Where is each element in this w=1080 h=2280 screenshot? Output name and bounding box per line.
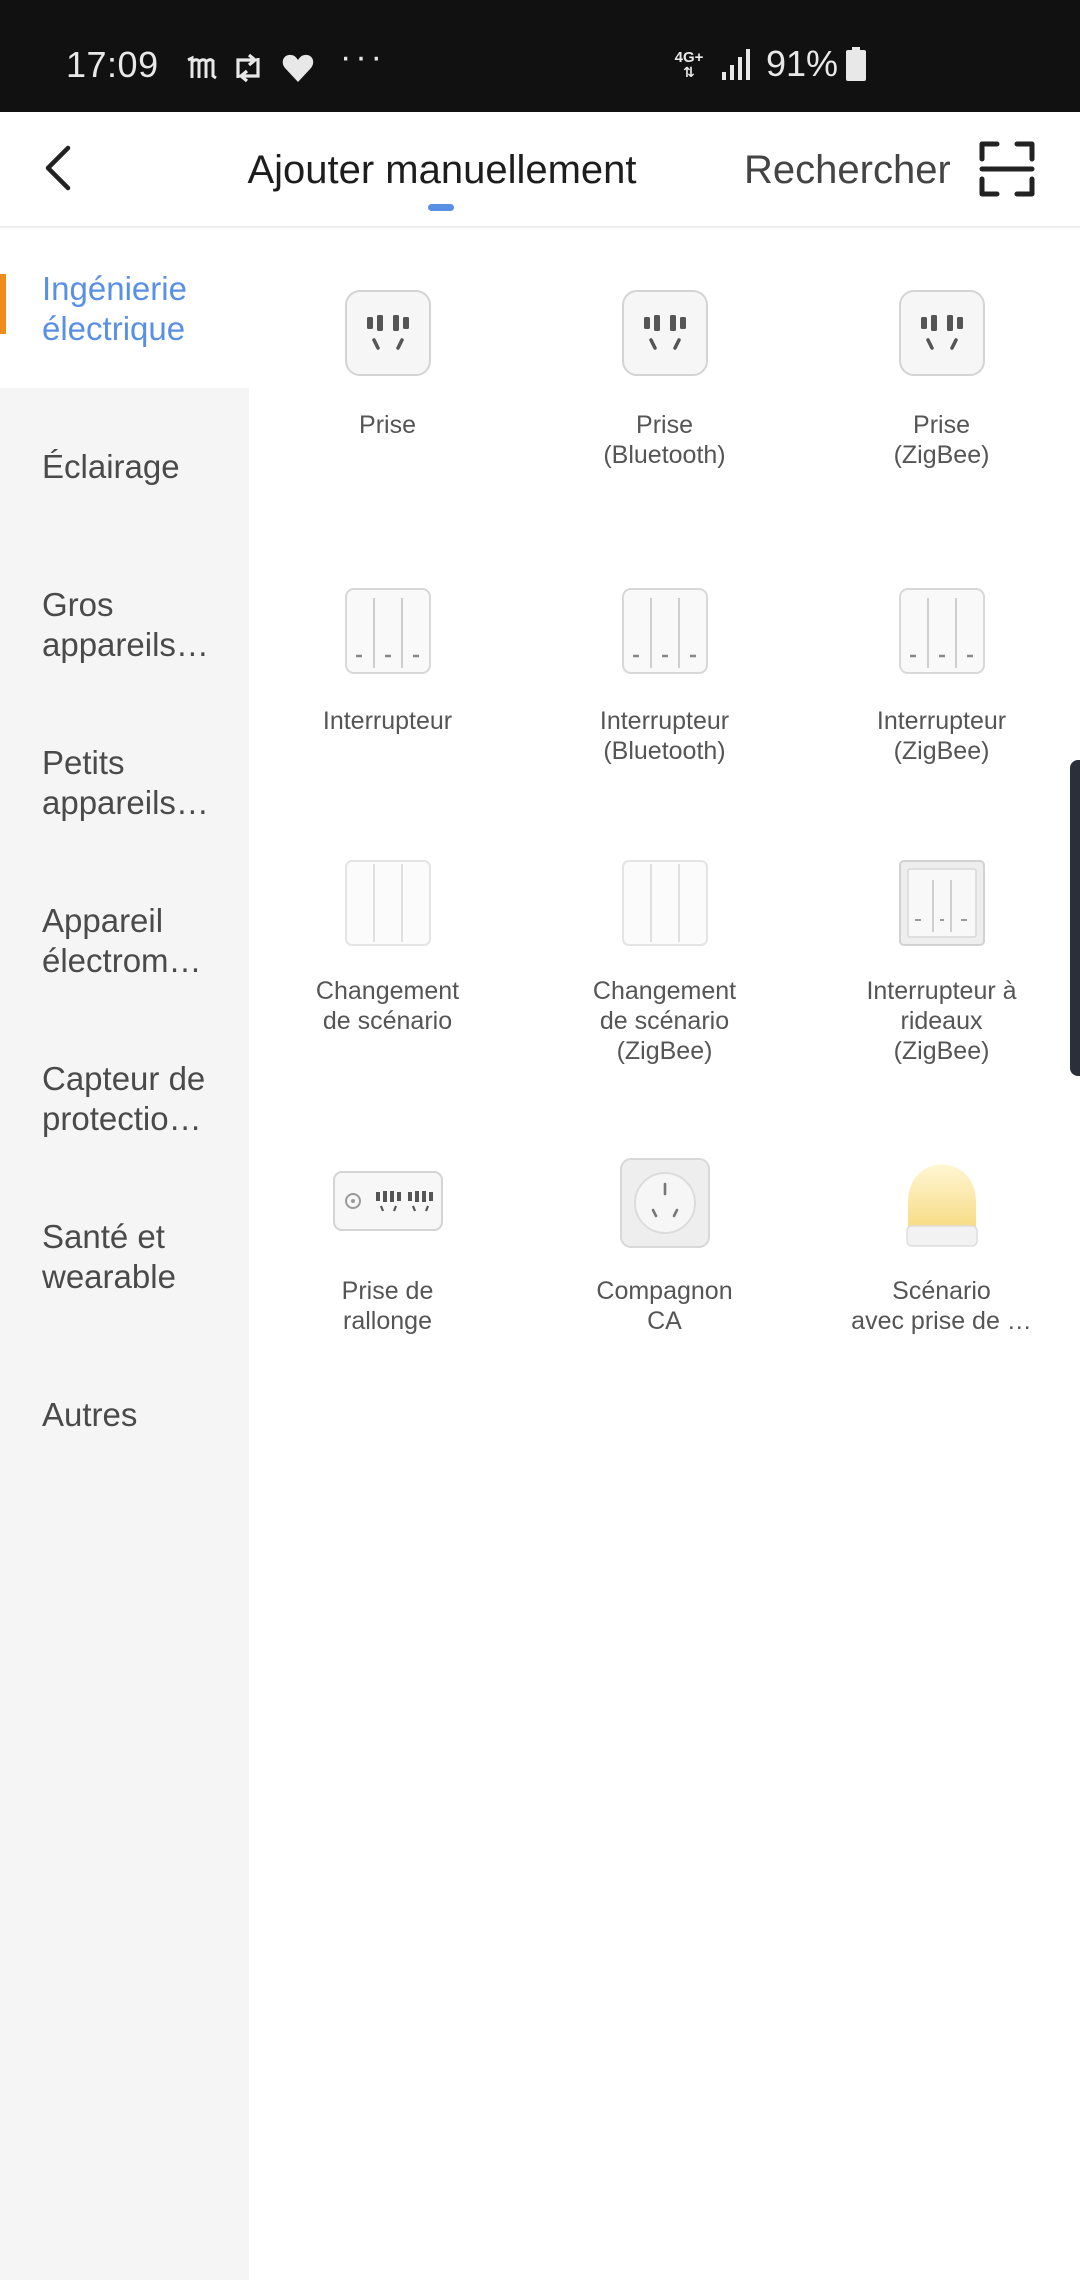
scan-icon: [979, 141, 1035, 197]
ac-companion-icon: [620, 1158, 710, 1248]
device-switch-zigbee[interactable]: Interrupteur (ZigBee): [803, 588, 1080, 798]
power-strip-icon: [333, 1171, 443, 1231]
status-indicators: 4G+ ⇅ 91%: [672, 43, 867, 84]
scene-switch-icon: [345, 860, 431, 946]
category-large-appliances[interactable]: Gros appareils…: [0, 546, 249, 704]
device-label: Prise (ZigBee): [893, 411, 990, 469]
battery-percent: 91%: [766, 43, 839, 84]
wall-switch-icon: [899, 588, 985, 674]
category-label: Ingénierie électrique: [42, 270, 187, 347]
gothic-m-app-icon: [187, 55, 217, 80]
device-scene-night-lamp[interactable]: Scénario avec prise de …: [803, 1158, 1080, 1378]
category-label: Appareil électrom…: [42, 902, 202, 979]
device-switch[interactable]: Interrupteur: [249, 588, 526, 798]
device-label: Prise: [359, 411, 416, 439]
wall-switch-icon: [345, 588, 431, 674]
device-label: Interrupteur: [322, 707, 453, 735]
battery-icon: [846, 47, 867, 81]
category-protection-sensors[interactable]: Capteur de protectio…: [0, 1020, 249, 1178]
category-label: Capteur de protectio…: [42, 1060, 206, 1137]
category-others[interactable]: Autres: [0, 1336, 249, 1494]
device-socket[interactable]: Prise: [249, 290, 526, 530]
scroll-handle[interactable]: [1070, 760, 1080, 1076]
category-label: Santé et wearable: [42, 1218, 176, 1295]
device-switch-bluetooth[interactable]: Interrupteur (Bluetooth): [526, 588, 803, 798]
wall-switch-icon: [622, 588, 708, 674]
scene-switch-icon: [622, 860, 708, 946]
device-socket-zigbee[interactable]: Prise (ZigBee): [803, 290, 1080, 530]
device-label: Changement de scénario (ZigBee): [592, 977, 737, 1065]
device-label: Compagnon CA: [596, 1277, 733, 1335]
device-label: Prise (Bluetooth): [603, 411, 726, 469]
top-bar: Ajouter manuellement Rechercher: [0, 112, 1080, 228]
back-button[interactable]: [28, 136, 88, 200]
device-label: Interrupteur (Bluetooth): [599, 707, 730, 765]
network-type-icon: 4G+ ⇅: [672, 50, 706, 79]
device-label: Scénario avec prise de …: [851, 1277, 1032, 1335]
category-electronics[interactable]: Appareil électrom…: [0, 862, 249, 1020]
status-bar: 17:09 ··· 4G+ ⇅ 91%: [0, 0, 1080, 112]
category-lighting[interactable]: Éclairage: [0, 388, 249, 546]
scan-button[interactable]: [976, 138, 1038, 200]
tab-search[interactable]: Rechercher: [744, 112, 950, 228]
socket-icon: [622, 290, 708, 376]
category-sidebar: Ingénierie électrique Éclairage Gros app…: [0, 230, 249, 2280]
active-tab-indicator: [428, 204, 454, 211]
night-lamp-icon: [906, 1164, 978, 1247]
device-label: Prise de rallonge: [341, 1277, 434, 1335]
category-label: Petits appareils…: [42, 744, 209, 821]
device-ac-companion[interactable]: Compagnon CA: [526, 1158, 803, 1378]
device-socket-bluetooth[interactable]: Prise (Bluetooth): [526, 290, 803, 530]
device-power-strip[interactable]: Prise de rallonge: [249, 1158, 526, 1378]
more-notifications-icon: ···: [340, 38, 386, 76]
network-type-label: 4G+: [674, 48, 704, 66]
curtain-switch-icon: [899, 860, 985, 946]
retweet-icon: [236, 53, 260, 83]
device-label: Changement de scénario: [315, 977, 460, 1035]
socket-icon: [899, 290, 985, 376]
heart-icon: [282, 54, 314, 82]
category-electrical[interactable]: Ingénierie électrique: [0, 230, 249, 388]
signal-icon: [722, 49, 750, 80]
status-time: 17:09: [66, 44, 159, 85]
socket-icon: [345, 290, 431, 376]
device-curtain-switch-zigbee[interactable]: Interrupteur à rideaux (ZigBee): [803, 860, 1080, 1100]
category-label: Autres: [42, 1396, 138, 1433]
category-health-wearable[interactable]: Santé et wearable: [0, 1178, 249, 1336]
device-scene-switch[interactable]: Changement de scénario: [249, 860, 526, 1100]
category-small-appliances[interactable]: Petits appareils…: [0, 704, 249, 862]
device-label: Interrupteur à rideaux (ZigBee): [866, 977, 1017, 1065]
device-label: Interrupteur (ZigBee): [876, 707, 1007, 765]
category-label: Éclairage: [42, 448, 180, 485]
active-category-indicator: [0, 274, 6, 334]
category-label: Gros appareils…: [42, 586, 209, 663]
back-arrow-icon: [45, 145, 71, 191]
device-scene-switch-zigbee[interactable]: Changement de scénario (ZigBee): [526, 860, 803, 1100]
